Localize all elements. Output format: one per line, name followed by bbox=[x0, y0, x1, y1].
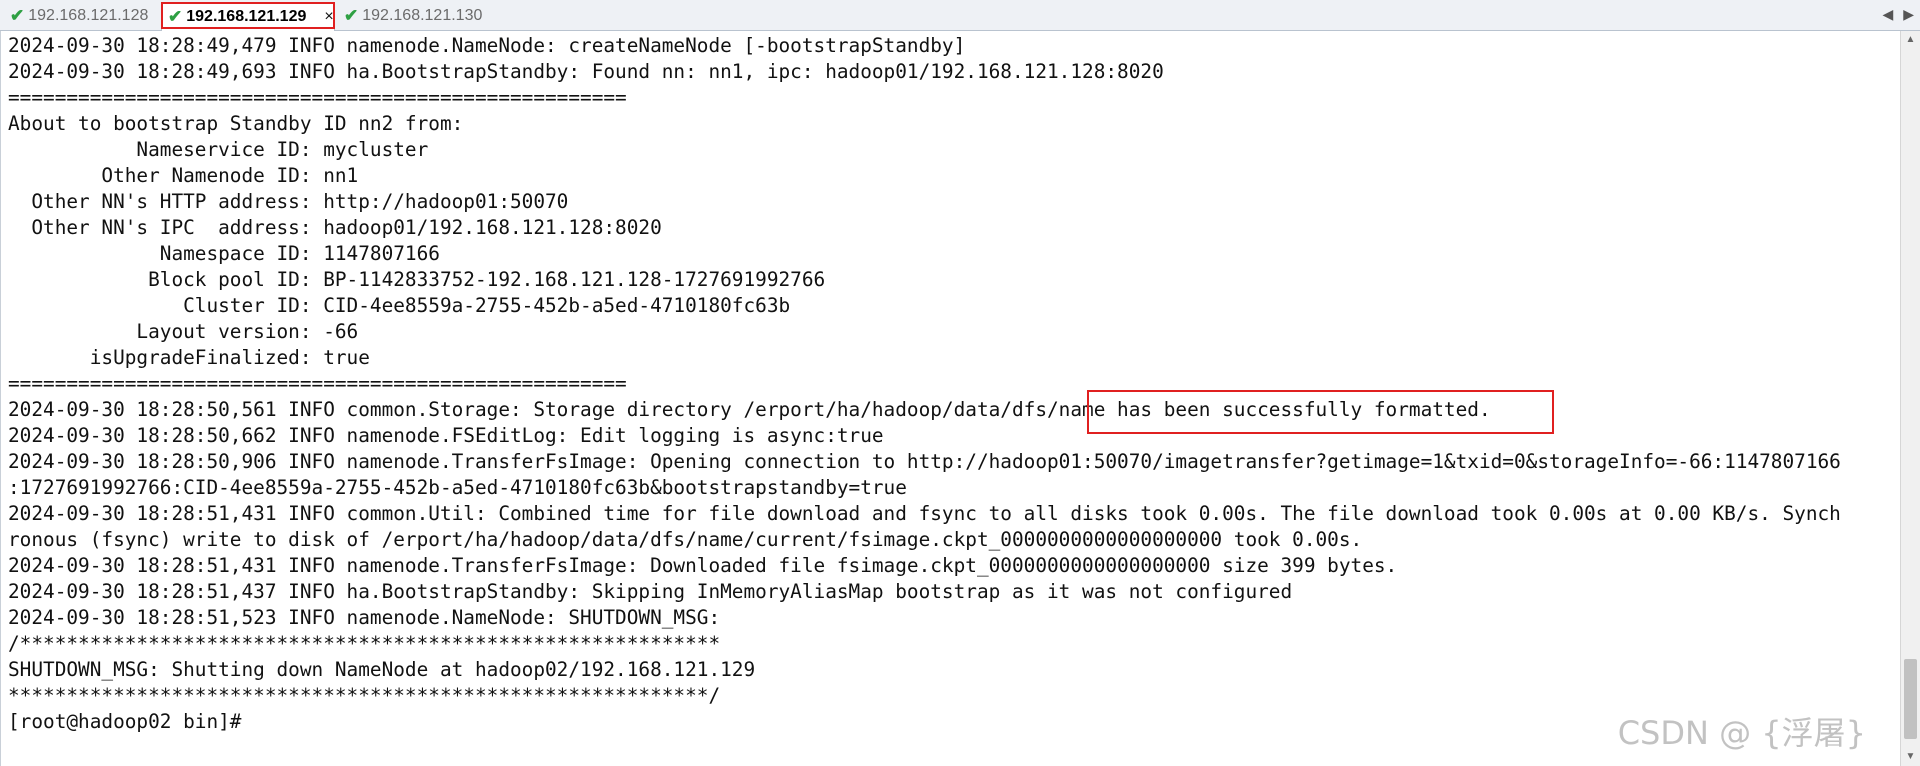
scroll-up-icon[interactable]: ▲ bbox=[1901, 31, 1920, 49]
session-tab-129[interactable]: ✔ 192.168.121.129 × bbox=[161, 2, 335, 31]
check-icon: ✔ bbox=[10, 6, 25, 25]
terminal-line: 2024-09-30 18:28:49,693 INFO ha.Bootstra… bbox=[8, 60, 1164, 83]
terminal-line: ronous (fsync) write to disk of /erport/… bbox=[8, 528, 1363, 551]
check-icon: ✔ bbox=[344, 6, 359, 25]
scroll-thumb[interactable] bbox=[1904, 659, 1917, 739]
terminal-line: Nameservice ID: mycluster bbox=[8, 138, 429, 161]
terminal-output[interactable]: 2024-09-30 18:28:49,479 INFO namenode.Na… bbox=[0, 31, 1900, 766]
terminal-line: :1727691992766:CID-4ee8559a-2755-452b-a5… bbox=[8, 476, 907, 499]
tab-label: 192.168.121.129 bbox=[186, 8, 307, 25]
terminal-line: 2024-09-30 18:28:50,561 INFO common.Stor… bbox=[8, 398, 1491, 421]
terminal-line: ========================================… bbox=[8, 372, 627, 395]
check-icon: ✔ bbox=[168, 7, 183, 26]
close-tab-icon[interactable]: × bbox=[324, 8, 333, 26]
tab-label: 192.168.121.130 bbox=[362, 7, 483, 24]
terminal-line: 2024-09-30 18:28:50,662 INFO namenode.FS… bbox=[8, 424, 884, 447]
terminal-line: [root@hadoop02 bin]# bbox=[8, 710, 242, 733]
terminal-line: 2024-09-30 18:28:50,906 INFO namenode.Tr… bbox=[8, 450, 1841, 473]
terminal-line: ========================================… bbox=[8, 86, 627, 109]
session-tab-bar: ✔ 192.168.121.128 ✔ 192.168.121.129 × ✔ … bbox=[0, 0, 1920, 31]
terminal-line: Other NN's HTTP address: http://hadoop01… bbox=[8, 190, 569, 213]
terminal-line: 2024-09-30 18:28:51,431 INFO common.Util… bbox=[8, 502, 1841, 525]
terminal-line: ****************************************… bbox=[8, 684, 721, 707]
terminal-line: 2024-09-30 18:28:51,523 INFO namenode.Na… bbox=[8, 606, 721, 629]
scroll-down-icon[interactable]: ▼ bbox=[1901, 748, 1920, 766]
terminal-line: 2024-09-30 18:28:51,437 INFO ha.Bootstra… bbox=[8, 580, 1293, 603]
session-tab-128[interactable]: ✔ 192.168.121.128 bbox=[4, 3, 148, 29]
tab-scroll-right-icon[interactable]: ▶ bbox=[1903, 6, 1914, 23]
terminal-line: Other NN's IPC address: hadoop01/192.168… bbox=[8, 216, 662, 239]
terminal-line: 2024-09-30 18:28:51,431 INFO namenode.Tr… bbox=[8, 554, 1398, 577]
terminal-line: Cluster ID: CID-4ee8559a-2755-452b-a5ed-… bbox=[8, 294, 791, 317]
terminal-scrollbar[interactable]: ▲ ▼ bbox=[1900, 31, 1920, 766]
tab-label: 192.168.121.128 bbox=[28, 7, 149, 24]
tab-scroll-left-icon[interactable]: ◀ bbox=[1882, 6, 1893, 23]
terminal-line: SHUTDOWN_MSG: Shutting down NameNode at … bbox=[8, 658, 756, 681]
terminal-line: Other Namenode ID: nn1 bbox=[8, 164, 359, 187]
tab-scroll-controls: ◀ ▶ bbox=[1882, 6, 1914, 23]
terminal-line: Block pool ID: BP-1142833752-192.168.121… bbox=[8, 268, 826, 291]
terminal-line: /***************************************… bbox=[8, 632, 721, 655]
session-tab-130[interactable]: ✔ 192.168.121.130 bbox=[338, 3, 482, 29]
terminal-line: About to bootstrap Standby ID nn2 from: bbox=[8, 112, 464, 135]
terminal-line: Namespace ID: 1147807166 bbox=[8, 242, 440, 265]
terminal-line: 2024-09-30 18:28:49,479 INFO namenode.Na… bbox=[8, 34, 966, 57]
terminal-line: isUpgradeFinalized: true bbox=[8, 346, 370, 369]
watermark: CSDN @ {浮屠} bbox=[1617, 714, 1866, 752]
terminal-lines: 2024-09-30 18:28:49,479 INFO namenode.Na… bbox=[8, 33, 1841, 735]
terminal-line: Layout version: -66 bbox=[8, 320, 359, 343]
